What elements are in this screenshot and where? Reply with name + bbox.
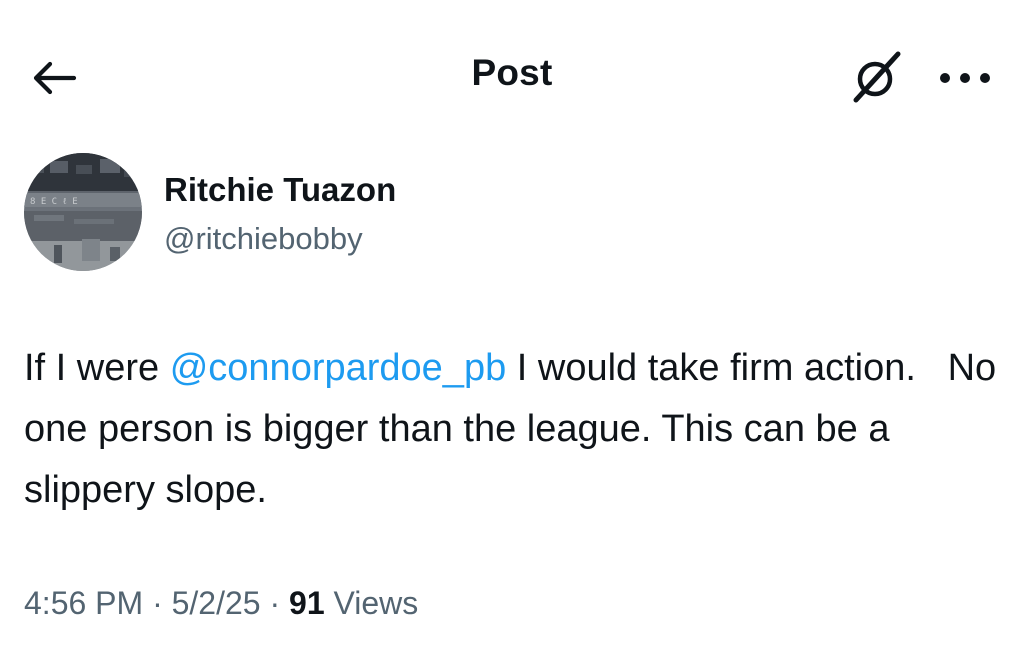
tweet-text: If I were @connorpardoe_pb I would take … [24, 338, 1009, 521]
post-date[interactable]: 5/2/25 [172, 585, 261, 621]
grok-button[interactable] [842, 44, 912, 110]
svg-text:8 E C ℓ E: 8 E C ℓ E [30, 197, 78, 207]
user-handle[interactable]: @ritchiebobby [164, 221, 363, 257]
post-header: Post [0, 0, 1024, 150]
mention-link[interactable]: @connorpardoe_pb [170, 347, 507, 389]
meta-separator: · [143, 585, 172, 621]
more-horizontal-icon [940, 73, 990, 83]
views-count[interactable]: 91 [289, 585, 325, 621]
more-options-button[interactable] [928, 56, 1002, 100]
post-author: 8 E C ℓ E Ritchie Tuazon @ritchiebobby [24, 153, 724, 273]
post-metadata: 4:56 PM · 5/2/25 · 91 Views [24, 585, 418, 622]
meta-separator: · [260, 585, 290, 621]
grok-icon [853, 51, 901, 103]
views-label[interactable]: Views [325, 585, 419, 621]
avatar-photo: 8 E C ℓ E [24, 153, 142, 271]
avatar[interactable]: 8 E C ℓ E [24, 153, 142, 271]
post-time[interactable]: 4:56 PM [24, 585, 143, 621]
tweet-text-before: If I were [24, 347, 170, 389]
display-name[interactable]: Ritchie Tuazon [164, 171, 396, 209]
